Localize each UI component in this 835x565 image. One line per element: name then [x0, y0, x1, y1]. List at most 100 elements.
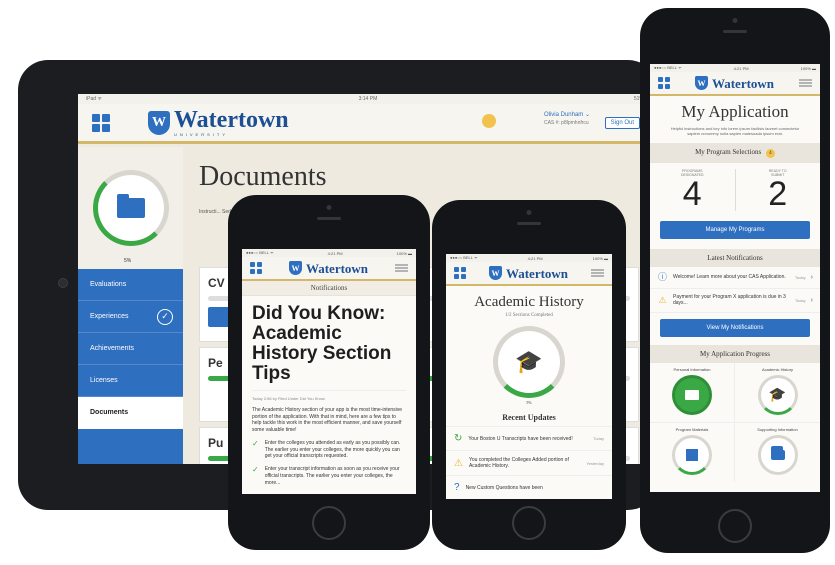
chevron-right-icon: › — [810, 296, 813, 304]
program-selections-header: My Program Selections 4 — [650, 142, 820, 163]
list-item[interactable]: ⚠ You completed the Colleges Added porti… — [446, 450, 612, 475]
completion-ring: 🎓 — [493, 326, 565, 398]
watertown-logo[interactable]: W Watertown UNIVERSITY — [148, 108, 289, 137]
completion-ring — [92, 170, 169, 246]
watertown-logo[interactable]: W Watertown — [488, 265, 569, 281]
status-time: 4:21 PM — [527, 255, 543, 261]
refresh-icon: ↻ — [454, 433, 463, 444]
update-text: You completed the Colleges Added portion… — [468, 457, 569, 469]
shield-logo-icon: W — [694, 76, 708, 90]
notification-item[interactable]: ⚠ Payment for your Program X application… — [650, 289, 820, 313]
quadrant-academic[interactable]: Academic History 🎓 — [735, 363, 820, 423]
tip-item: ✓ Enter the colleges you attended as ear… — [252, 438, 406, 460]
update-text: Your Boston U Transcripts have been rece… — [468, 435, 573, 442]
status-carrier: ●●●○○ BELL ᯤ — [246, 250, 274, 255]
brand-name: Watertown — [505, 265, 569, 281]
page-subtitle: 1/2 Sections Completed — [505, 313, 553, 318]
apps-grid-icon[interactable] — [658, 77, 670, 89]
tab-notifications[interactable]: Notifications — [242, 281, 416, 296]
phone1-home-button[interactable] — [312, 506, 346, 540]
recent-updates-title: Recent Updates — [502, 413, 556, 422]
quadrant-label: Supporting Information — [757, 426, 798, 432]
status-time: 3:14 PM — [358, 96, 378, 102]
check-icon: ✓ — [157, 308, 173, 325]
phone2-header: W Watertown — [446, 262, 612, 286]
sidebar-item-experiences[interactable]: Experiences ✓ — [78, 301, 183, 333]
menu-icon[interactable] — [798, 79, 812, 87]
shield-logo-icon: W — [488, 266, 502, 280]
completion-percent: 5% — [526, 400, 532, 405]
program-stats: PROGRAMS DESIGNATED 4 READY TO SUBMIT 2 — [650, 163, 820, 217]
apps-grid-icon[interactable] — [250, 262, 262, 274]
watertown-logo[interactable]: W Watertown — [694, 76, 774, 90]
status-time: 4:21 PM — [733, 65, 749, 71]
user-name: Olivia Dunham ⌄ — [543, 112, 590, 118]
selections-badge: 4 — [765, 148, 775, 158]
progress-grid: Personal Information Academic History 🎓 … — [650, 362, 820, 482]
phone2-screen: ●●●○○ BELL ᯤ 4:21 PM 100% ▬ W Watertown … — [446, 254, 612, 499]
warning-icon: ⚠ — [454, 457, 463, 469]
completion-percent: 5% — [124, 258, 132, 264]
sidebar-item-achievements[interactable]: Achievements — [78, 333, 183, 365]
status-carrier: iPad ᯤ — [86, 96, 102, 102]
check-icon: ✓ — [252, 438, 259, 448]
notification-bell-icon[interactable] — [482, 114, 496, 128]
phone2-home-button[interactable] — [512, 506, 546, 540]
tip-item: ✓ Enter your transcript information as s… — [252, 465, 406, 486]
view-notifications-button[interactable]: View My Notifications — [660, 318, 810, 337]
watertown-logo[interactable]: W Watertown — [288, 260, 369, 276]
list-item[interactable]: ↻ Your Boston U Transcripts have been re… — [446, 426, 612, 450]
quadrant-materials[interactable]: Program Materials — [650, 422, 735, 482]
page-title: My Application — [681, 102, 789, 121]
chevron-right-icon: › — [810, 273, 813, 281]
brand-name: Watertown — [305, 260, 369, 276]
sidebar-item-label: Licenses — [90, 377, 118, 384]
folder-icon — [116, 194, 145, 218]
speaker-grille — [317, 217, 341, 220]
user-menu[interactable]: Olivia Dunham ⌄ CAS #: p8lpmhnfrcu — [544, 112, 590, 126]
notification-item[interactable]: ⓘ Welcome! Learn more about your CAS App… — [650, 267, 820, 289]
phone1-header: W Watertown — [242, 257, 416, 281]
sidebar-item-licenses[interactable]: Licenses — [78, 365, 183, 397]
menu-icon[interactable] — [394, 264, 408, 272]
phone1-screen: ●●●○○ BELL ᯤ 4:21 PM 100% ▬ W Watertown … — [242, 249, 416, 494]
sidebar-item-label: Experiences — [90, 313, 129, 320]
user-cas-id: CAS #: p8lpmhnfrcu — [543, 119, 589, 126]
graduation-cap-icon: 🎓 — [515, 349, 543, 374]
article-title: Did You Know: Academic History Section T… — [252, 303, 392, 384]
page-title: Academic History — [474, 294, 584, 310]
menu-icon[interactable] — [590, 269, 604, 277]
stat-value: 2 — [768, 174, 788, 213]
manage-programs-button[interactable]: Manage My Programs — [660, 220, 810, 239]
notification-time: Today — [794, 297, 806, 303]
sidebar-item-documents[interactable]: Documents — [78, 397, 183, 429]
sign-out-button[interactable]: Sign Out — [604, 117, 640, 129]
stat-ready: READY TO SUBMIT 2 — [736, 169, 821, 211]
apps-grid-icon[interactable] — [92, 113, 110, 132]
status-carrier: ●●●○○ BELL ᯤ — [654, 65, 682, 70]
update-time: Yesterday — [586, 460, 604, 466]
quadrant-label: Program Materials — [675, 426, 709, 432]
status-battery: 100% ▬ — [800, 65, 816, 71]
speaker-grille — [723, 30, 747, 33]
id-card-icon — [672, 374, 712, 415]
apps-grid-icon[interactable] — [454, 267, 466, 279]
list-item[interactable]: ? New Custom Questions have been — [446, 475, 612, 499]
phone3-header: W Watertown — [650, 72, 820, 96]
sidebar-item-label: Evaluations — [90, 281, 127, 288]
stat-designated: PROGRAMS DESIGNATED 4 — [650, 168, 736, 211]
shield-logo-icon: W — [288, 261, 302, 275]
quadrant-personal[interactable]: Personal Information — [650, 362, 735, 423]
app-header: W Watertown UNIVERSITY Olivia Dunham ⌄ C… — [78, 104, 658, 144]
phone3-home-button[interactable] — [718, 509, 752, 543]
progress-ring-area — [78, 147, 183, 269]
phone2-status-bar: ●●●○○ BELL ᯤ 4:21 PM 100% ▬ — [446, 254, 612, 262]
sidebar-item-evaluations[interactable]: Evaluations — [78, 269, 183, 301]
book-icon — [672, 434, 712, 475]
quadrant-label: Academic History — [761, 366, 794, 372]
quadrant-supporting[interactable]: Supporting Information — [735, 423, 820, 482]
camera-icon — [732, 18, 738, 23]
tablet-home-button[interactable] — [58, 278, 68, 288]
tip-text: Enter your transcript information as soo… — [264, 466, 400, 486]
tablet-status-bar: iPad ᯤ 3:14 PM 51% ▭ — [78, 94, 658, 104]
